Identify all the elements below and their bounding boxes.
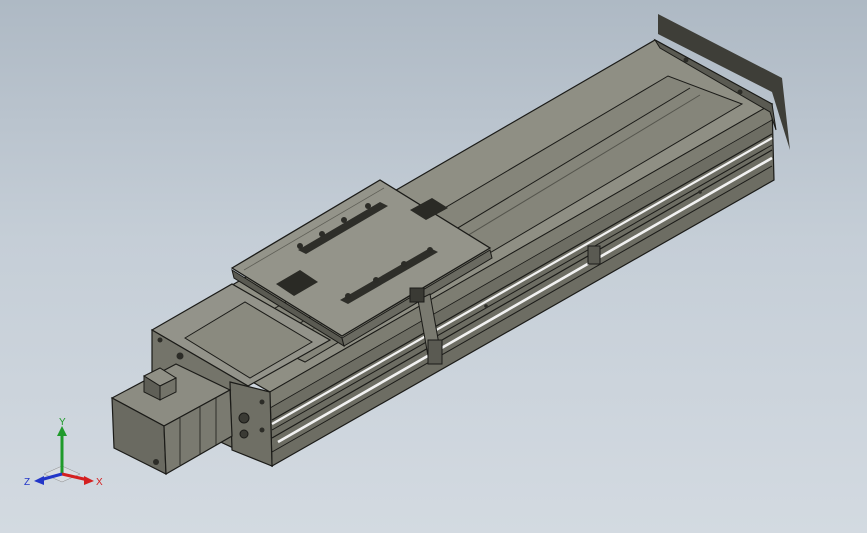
z-axis-label: Z bbox=[24, 477, 30, 488]
end-plate-hole-2 bbox=[239, 429, 249, 439]
end-plate-hole-4 bbox=[259, 427, 265, 433]
z-axis-arrow-icon bbox=[34, 476, 44, 485]
end-plate-hole-3 bbox=[259, 399, 265, 405]
linear-actuator-model[interactable] bbox=[0, 0, 867, 533]
sensor-lower bbox=[427, 339, 443, 365]
carriage-hole-2 bbox=[319, 231, 325, 237]
x-axis-label: X bbox=[96, 477, 103, 488]
carriage-hole-7 bbox=[401, 261, 407, 267]
far-sensor bbox=[587, 245, 601, 265]
motor-screw bbox=[153, 459, 159, 465]
rail-hole-2 bbox=[737, 89, 743, 95]
end-plate-hole-1 bbox=[238, 412, 250, 424]
carriage-hole-6 bbox=[373, 277, 379, 283]
rail-side-hole-1 bbox=[484, 304, 488, 308]
cad-viewport[interactable]: Y X Z bbox=[0, 0, 867, 533]
sensor-block bbox=[409, 287, 425, 303]
carriage-hole-3 bbox=[341, 217, 347, 223]
carriage-hole-1 bbox=[297, 243, 303, 249]
carriage-hole-4 bbox=[365, 203, 371, 209]
end-block-hole-2 bbox=[176, 352, 184, 360]
y-axis-label: Y bbox=[59, 418, 66, 428]
rail-side-hole-2 bbox=[698, 190, 702, 194]
end-plate-face bbox=[229, 381, 273, 467]
carriage-hole-5 bbox=[345, 293, 351, 299]
carriage-hole-8 bbox=[427, 247, 433, 253]
x-axis-arrow-icon bbox=[84, 476, 94, 485]
end-block-hole-1 bbox=[157, 337, 163, 343]
coordinate-triad: Y X Z bbox=[24, 418, 103, 488]
rail-hole-1 bbox=[683, 57, 689, 63]
